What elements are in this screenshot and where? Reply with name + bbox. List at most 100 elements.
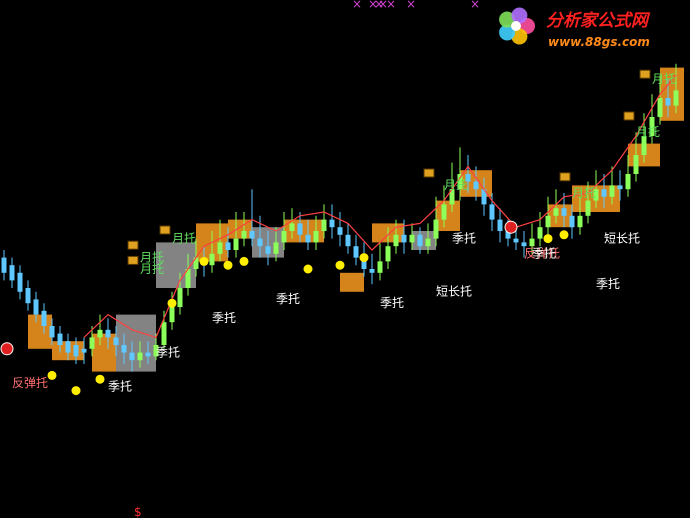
candle-body-2	[17, 272, 23, 292]
candle-body-67	[537, 227, 543, 239]
box-marker-icon-2	[127, 240, 139, 250]
candle-body-49	[393, 234, 399, 247]
candle-body-82	[657, 98, 663, 117]
watermark-logo: 分析家公式网 www.88gs.com	[499, 7, 651, 49]
signal-label-2: 季托	[156, 345, 180, 359]
candle-body-48	[385, 246, 391, 262]
flower-center-icon	[511, 21, 521, 31]
candle-body-35	[281, 231, 287, 243]
candle-body-42	[337, 227, 343, 235]
candle-body-15	[121, 345, 127, 353]
signal-label-0: 反弹托	[12, 376, 48, 390]
signal-label-3: 季托	[212, 311, 236, 325]
candle-body-55	[441, 204, 447, 220]
candle-body-4	[33, 299, 39, 315]
chart-root: 反弹托 季托 季托 季托 季托 季托 短长托 季托 反弹托 季托 短长托 季托 月托 月托 月托 月托 月托 月托…	[0, 0, 690, 518]
candle-body-36	[289, 223, 295, 231]
candle-body-27	[217, 242, 223, 254]
top-marker-4: ×	[406, 0, 416, 11]
candle-body-6	[49, 326, 55, 338]
candle-body-33	[265, 246, 271, 254]
candle-body-75	[601, 189, 607, 197]
signal-label-7: 季托	[452, 231, 476, 245]
candle-body-0	[1, 257, 7, 273]
candle-body-14	[113, 337, 119, 345]
candle-body-41	[329, 219, 335, 228]
candle-body-9	[73, 345, 79, 357]
candle-body-32	[257, 238, 263, 247]
candle-body-8	[65, 341, 71, 353]
candle-body-29	[233, 238, 239, 250]
support-dot-11	[559, 230, 569, 240]
candle-body-39	[313, 231, 319, 243]
support-dot-7	[303, 264, 313, 274]
support-box-2	[92, 333, 116, 372]
top-marker-0: ×	[352, 0, 362, 11]
support-dot-5	[223, 260, 233, 270]
bottom-marker: $	[134, 505, 142, 518]
candle-body-7	[57, 333, 63, 345]
candle-body-1	[9, 265, 15, 281]
signal-label-16: 月托	[572, 186, 596, 200]
candle-body-11	[89, 337, 95, 349]
top-marker-5: ×	[470, 0, 480, 11]
signal-label-5: 季托	[380, 296, 404, 310]
signal-label-13: 月托	[140, 250, 164, 264]
support-dot-4	[199, 256, 209, 266]
box-marker-icon-3	[127, 255, 139, 265]
candle-body-79	[633, 155, 639, 174]
support-box-9	[340, 272, 364, 292]
candle-body-61	[489, 204, 495, 220]
support-dot-9	[359, 253, 369, 263]
signal-label-10: 短长托	[604, 231, 640, 245]
candle-body-51	[409, 234, 415, 243]
candle-body-77	[617, 185, 623, 190]
box-marker-icon-8	[639, 69, 651, 79]
candle-body-68	[545, 215, 551, 228]
candle-body-59	[473, 181, 479, 190]
watermark-title: 分析家公式网	[546, 11, 651, 31]
flower-petal-4	[511, 7, 528, 24]
signal-label-11: 季托	[596, 277, 620, 291]
signal-label-9: 季托	[532, 247, 556, 261]
candle-body-84	[673, 90, 679, 106]
box-marker-icon-6	[559, 172, 571, 182]
support-dot-10	[543, 234, 553, 244]
candle-body-73	[585, 200, 591, 216]
candle-body-26	[209, 253, 215, 266]
candle-body-5	[41, 310, 47, 326]
candle-body-10	[81, 348, 87, 353]
support-dot-3	[167, 298, 177, 308]
candle-body-37	[297, 223, 303, 235]
support-dot-6	[239, 256, 249, 266]
top-marker-2: ×	[374, 0, 384, 11]
chart-svg: 反弹托 季托季托季托季托 季托短长托季托反弹托季托短长托季托月托月托月托月托月托月托…	[0, 0, 684, 518]
support-dot-8	[335, 260, 345, 270]
candle-body-34	[273, 242, 279, 254]
signal-label-6: 短长托	[436, 285, 472, 299]
candle-body-28	[225, 242, 231, 250]
box-marker-icon-5	[423, 168, 435, 178]
candle-body-3	[25, 288, 31, 304]
candle-body-31	[249, 231, 255, 239]
red-ball-icon-1	[504, 220, 518, 234]
signal-label-14: 月托	[172, 231, 196, 245]
support-dot-1	[71, 386, 81, 396]
candle-body-21	[169, 307, 175, 323]
candle-body-50	[401, 234, 407, 243]
candle-body-43	[345, 234, 351, 247]
candle-body-66	[529, 238, 535, 247]
support-box-0	[28, 314, 52, 349]
candle-body-54	[433, 219, 439, 239]
candle-body-17	[137, 352, 143, 361]
candle-body-70	[561, 208, 567, 216]
candle-body-47	[377, 261, 383, 273]
candle-body-13	[105, 329, 111, 338]
box-marker-icon-4	[159, 225, 171, 235]
candle-body-20	[161, 322, 167, 345]
candle-body-40	[321, 219, 327, 231]
candle-body-69	[553, 208, 559, 216]
candle-body-12	[97, 329, 103, 338]
signal-label-1: 季托	[108, 380, 132, 394]
support-box-11	[412, 231, 436, 250]
